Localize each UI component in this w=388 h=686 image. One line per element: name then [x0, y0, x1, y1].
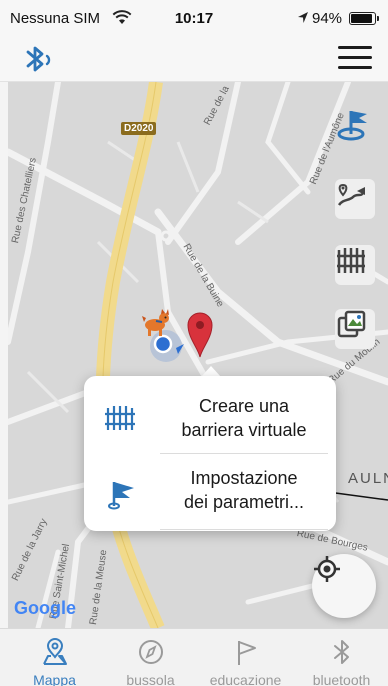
virtual-fence-icon[interactable]: [335, 245, 375, 285]
fence-options-popup: Creare una barriera virtuale Impostazion…: [84, 376, 336, 531]
flag-area-icon[interactable]: [335, 106, 375, 146]
bluetooth-signal-icon[interactable]: [20, 44, 60, 76]
flag-icon: [231, 638, 261, 666]
location-pin-icon[interactable]: [186, 310, 214, 358]
fence-icon: [102, 400, 138, 436]
tab-education[interactable]: educazione: [197, 629, 294, 686]
create-virtual-fence-option[interactable]: Creare una barriera virtuale: [84, 380, 336, 454]
app-header: [0, 36, 388, 82]
bluetooth-icon: [327, 638, 357, 666]
option-label-line: Impostazione: [190, 468, 298, 488]
google-logo: Google: [14, 598, 76, 618]
status-bar: Nessuna SIM 10:17 94%: [0, 0, 388, 36]
road-number-badge: D2020: [121, 122, 157, 135]
tab-compass[interactable]: bussola: [102, 629, 199, 686]
locate-me-button[interactable]: [312, 554, 376, 618]
tab-bluetooth[interactable]: bluetooth: [293, 629, 388, 686]
battery-percent: 94%: [312, 10, 343, 27]
tab-label: Mappa: [33, 672, 76, 686]
option-label-line: dei parametri...: [183, 492, 305, 512]
map-layers-icon[interactable]: [335, 309, 375, 349]
option-label-line: Creare una: [198, 396, 290, 416]
route-icon[interactable]: [335, 179, 375, 219]
tab-label: bluetooth: [312, 672, 371, 686]
flag-icon: [102, 476, 138, 512]
divider: [160, 529, 328, 530]
tab-label: educazione: [209, 672, 282, 686]
compass-icon: [136, 638, 166, 666]
tab-label: bussola: [126, 672, 175, 686]
divider: [160, 453, 328, 454]
place-label: AULN: [348, 470, 388, 487]
crosshair-icon: [314, 556, 340, 582]
hamburger-menu-icon[interactable]: [338, 46, 372, 74]
battery-icon: [349, 12, 379, 25]
option-label-line: barriera virtuale: [181, 420, 307, 440]
tab-map[interactable]: Mappa: [6, 629, 103, 686]
bottom-tab-bar: Mappa bussola educazione bluetooth: [0, 628, 388, 686]
parameter-settings-option[interactable]: Impostazione dei parametri...: [84, 456, 336, 530]
map-view[interactable]: Rue des Chatelliers Rue de la Buine Rue …: [8, 82, 388, 628]
map-pin-icon: [40, 638, 70, 666]
location-arrow-icon: [297, 11, 309, 29]
dog-marker-icon[interactable]: [140, 308, 172, 338]
